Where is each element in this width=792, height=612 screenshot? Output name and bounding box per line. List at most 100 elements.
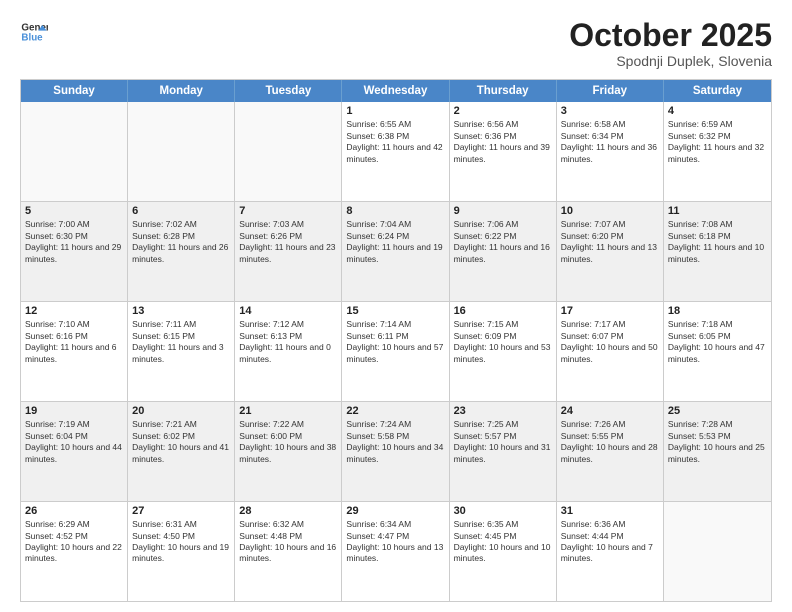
- cell-info: Sunrise: 6:32 AM Sunset: 4:48 PM Dayligh…: [239, 519, 337, 565]
- weekday-header: Thursday: [450, 80, 557, 102]
- day-number: 9: [454, 205, 552, 217]
- day-number: 20: [132, 405, 230, 417]
- day-number: 10: [561, 205, 659, 217]
- calendar-row: 1Sunrise: 6:55 AM Sunset: 6:38 PM Daylig…: [21, 102, 771, 201]
- calendar-cell: 24 Sunrise: 7:26 AM Sunset: 5:55 PM Dayli…: [557, 402, 664, 501]
- calendar-cell: 25Sunrise: 7:28 AM Sunset: 5:53 PM Dayli…: [664, 402, 771, 501]
- cell-info: Sunrise: 7:15 AM Sunset: 6:09 PM Dayligh…: [454, 319, 552, 365]
- calendar-cell: [664, 502, 771, 601]
- calendar-cell: 11Sunrise: 7:08 AM Sunset: 6:18 PM Dayli…: [664, 202, 771, 301]
- calendar-cell: 28 Sunrise: 6:32 AM Sunset: 4:48 PM Dayli…: [235, 502, 342, 601]
- calendar-cell: 22 Sunrise: 7:24 AM Sunset: 5:58 PM Dayli…: [342, 402, 449, 501]
- weekday-header: Friday: [557, 80, 664, 102]
- day-number: 2: [454, 105, 552, 117]
- day-number: 28: [239, 505, 337, 517]
- cell-info: Sunrise: 7:18 AM Sunset: 6:05 PM Dayligh…: [668, 319, 767, 365]
- cell-info: Sunrise: 7:22 AM Sunset: 6:00 PM Dayligh…: [239, 419, 337, 465]
- cell-info: Sunrise: 6:29 AM Sunset: 4:52 PM Dayligh…: [25, 519, 123, 565]
- cell-info: Sunrise: 7:00 AM Sunset: 6:30 PM Dayligh…: [25, 219, 123, 265]
- calendar-cell: 29 Sunrise: 6:34 AM Sunset: 4:47 PM Dayli…: [342, 502, 449, 601]
- cell-info: Sunrise: 6:34 AM Sunset: 4:47 PM Dayligh…: [346, 519, 444, 565]
- cell-info: Sunrise: 7:24 AM Sunset: 5:58 PM Dayligh…: [346, 419, 444, 465]
- calendar-cell: 1Sunrise: 6:55 AM Sunset: 6:38 PM Daylig…: [342, 102, 449, 201]
- day-number: 6: [132, 205, 230, 217]
- day-number: 7: [239, 205, 337, 217]
- cell-info: Sunrise: 7:25 AM Sunset: 5:57 PM Dayligh…: [454, 419, 552, 465]
- weekday-header: Monday: [128, 80, 235, 102]
- day-number: 21: [239, 405, 337, 417]
- calendar-cell: [128, 102, 235, 201]
- calendar-cell: 19Sunrise: 7:19 AM Sunset: 6:04 PM Dayli…: [21, 402, 128, 501]
- calendar-row: 12 Sunrise: 7:10 AM Sunset: 6:16 PM Dayli…: [21, 301, 771, 401]
- calendar-cell: 15Sunrise: 7:14 AM Sunset: 6:11 PM Dayli…: [342, 302, 449, 401]
- calendar-cell: 5Sunrise: 7:00 AM Sunset: 6:30 PM Daylig…: [21, 202, 128, 301]
- calendar-cell: 20 Sunrise: 7:21 AM Sunset: 6:02 PM Dayli…: [128, 402, 235, 501]
- cell-info: Sunrise: 7:11 AM Sunset: 6:15 PM Dayligh…: [132, 319, 230, 365]
- cell-info: Sunrise: 7:07 AM Sunset: 6:20 PM Dayligh…: [561, 219, 659, 265]
- weekday-header: Saturday: [664, 80, 771, 102]
- day-number: 26: [25, 505, 123, 517]
- calendar-row: 19Sunrise: 7:19 AM Sunset: 6:04 PM Dayli…: [21, 401, 771, 501]
- weekday-header: Tuesday: [235, 80, 342, 102]
- cell-info: Sunrise: 7:02 AM Sunset: 6:28 PM Dayligh…: [132, 219, 230, 265]
- cell-info: Sunrise: 6:35 AM Sunset: 4:45 PM Dayligh…: [454, 519, 552, 565]
- calendar-cell: 31 Sunrise: 6:36 AM Sunset: 4:44 PM Dayli…: [557, 502, 664, 601]
- calendar-cell: 14 Sunrise: 7:12 AM Sunset: 6:13 PM Dayli…: [235, 302, 342, 401]
- cell-info: Sunrise: 7:26 AM Sunset: 5:55 PM Dayligh…: [561, 419, 659, 465]
- day-number: 14: [239, 305, 337, 317]
- logo: General Blue: [20, 18, 48, 46]
- calendar-cell: 27Sunrise: 6:31 AM Sunset: 4:50 PM Dayli…: [128, 502, 235, 601]
- day-number: 8: [346, 205, 444, 217]
- day-number: 12: [25, 305, 123, 317]
- calendar-cell: 18 Sunrise: 7:18 AM Sunset: 6:05 PM Dayli…: [664, 302, 771, 401]
- cell-info: Sunrise: 7:17 AM Sunset: 6:07 PM Dayligh…: [561, 319, 659, 365]
- calendar-cell: [235, 102, 342, 201]
- cell-info: Sunrise: 7:12 AM Sunset: 6:13 PM Dayligh…: [239, 319, 337, 365]
- calendar-row: 26 Sunrise: 6:29 AM Sunset: 4:52 PM Dayli…: [21, 501, 771, 601]
- calendar-cell: 17 Sunrise: 7:17 AM Sunset: 6:07 PM Dayli…: [557, 302, 664, 401]
- calendar-cell: 21 Sunrise: 7:22 AM Sunset: 6:00 PM Dayli…: [235, 402, 342, 501]
- day-number: 3: [561, 105, 659, 117]
- calendar-cell: 30 Sunrise: 6:35 AM Sunset: 4:45 PM Dayli…: [450, 502, 557, 601]
- day-number: 19: [25, 405, 123, 417]
- calendar-cell: 8 Sunrise: 7:04 AM Sunset: 6:24 PM Daylig…: [342, 202, 449, 301]
- calendar-header: SundayMondayTuesdayWednesdayThursdayFrid…: [21, 80, 771, 102]
- day-number: 18: [668, 305, 767, 317]
- title-block: October 2025 Spodnji Duplek, Slovenia: [569, 18, 772, 69]
- calendar-cell: 9 Sunrise: 7:06 AM Sunset: 6:22 PM Daylig…: [450, 202, 557, 301]
- day-number: 16: [454, 305, 552, 317]
- calendar-cell: 6 Sunrise: 7:02 AM Sunset: 6:28 PM Daylig…: [128, 202, 235, 301]
- day-number: 30: [454, 505, 552, 517]
- calendar-row: 5Sunrise: 7:00 AM Sunset: 6:30 PM Daylig…: [21, 201, 771, 301]
- cell-info: Sunrise: 7:04 AM Sunset: 6:24 PM Dayligh…: [346, 219, 444, 265]
- calendar-cell: 13Sunrise: 7:11 AM Sunset: 6:15 PM Dayli…: [128, 302, 235, 401]
- cell-info: Sunrise: 7:10 AM Sunset: 6:16 PM Dayligh…: [25, 319, 123, 365]
- calendar-cell: 7Sunrise: 7:03 AM Sunset: 6:26 PM Daylig…: [235, 202, 342, 301]
- day-number: 15: [346, 305, 444, 317]
- calendar-cell: 16 Sunrise: 7:15 AM Sunset: 6:09 PM Dayli…: [450, 302, 557, 401]
- calendar-cell: 4Sunrise: 6:59 AM Sunset: 6:32 PM Daylig…: [664, 102, 771, 201]
- location-subtitle: Spodnji Duplek, Slovenia: [569, 53, 772, 69]
- calendar-cell: 2 Sunrise: 6:56 AM Sunset: 6:36 PM Daylig…: [450, 102, 557, 201]
- svg-text:Blue: Blue: [21, 32, 43, 43]
- cell-info: Sunrise: 7:08 AM Sunset: 6:18 PM Dayligh…: [668, 219, 767, 265]
- day-number: 29: [346, 505, 444, 517]
- cell-info: Sunrise: 6:36 AM Sunset: 4:44 PM Dayligh…: [561, 519, 659, 565]
- day-number: 22: [346, 405, 444, 417]
- cell-info: Sunrise: 6:56 AM Sunset: 6:36 PM Dayligh…: [454, 119, 552, 165]
- day-number: 25: [668, 405, 767, 417]
- cell-info: Sunrise: 6:59 AM Sunset: 6:32 PM Dayligh…: [668, 119, 767, 165]
- day-number: 24: [561, 405, 659, 417]
- calendar-cell: 10 Sunrise: 7:07 AM Sunset: 6:20 PM Dayli…: [557, 202, 664, 301]
- day-number: 31: [561, 505, 659, 517]
- cell-info: Sunrise: 7:21 AM Sunset: 6:02 PM Dayligh…: [132, 419, 230, 465]
- calendar-cell: 3 Sunrise: 6:58 AM Sunset: 6:34 PM Daylig…: [557, 102, 664, 201]
- day-number: 17: [561, 305, 659, 317]
- calendar: SundayMondayTuesdayWednesdayThursdayFrid…: [20, 79, 772, 602]
- cell-info: Sunrise: 7:06 AM Sunset: 6:22 PM Dayligh…: [454, 219, 552, 265]
- page-header: General Blue October 2025 Spodnji Duplek…: [20, 18, 772, 69]
- cell-info: Sunrise: 6:58 AM Sunset: 6:34 PM Dayligh…: [561, 119, 659, 165]
- weekday-header: Wednesday: [342, 80, 449, 102]
- logo-icon: General Blue: [20, 18, 48, 46]
- calendar-cell: 23Sunrise: 7:25 AM Sunset: 5:57 PM Dayli…: [450, 402, 557, 501]
